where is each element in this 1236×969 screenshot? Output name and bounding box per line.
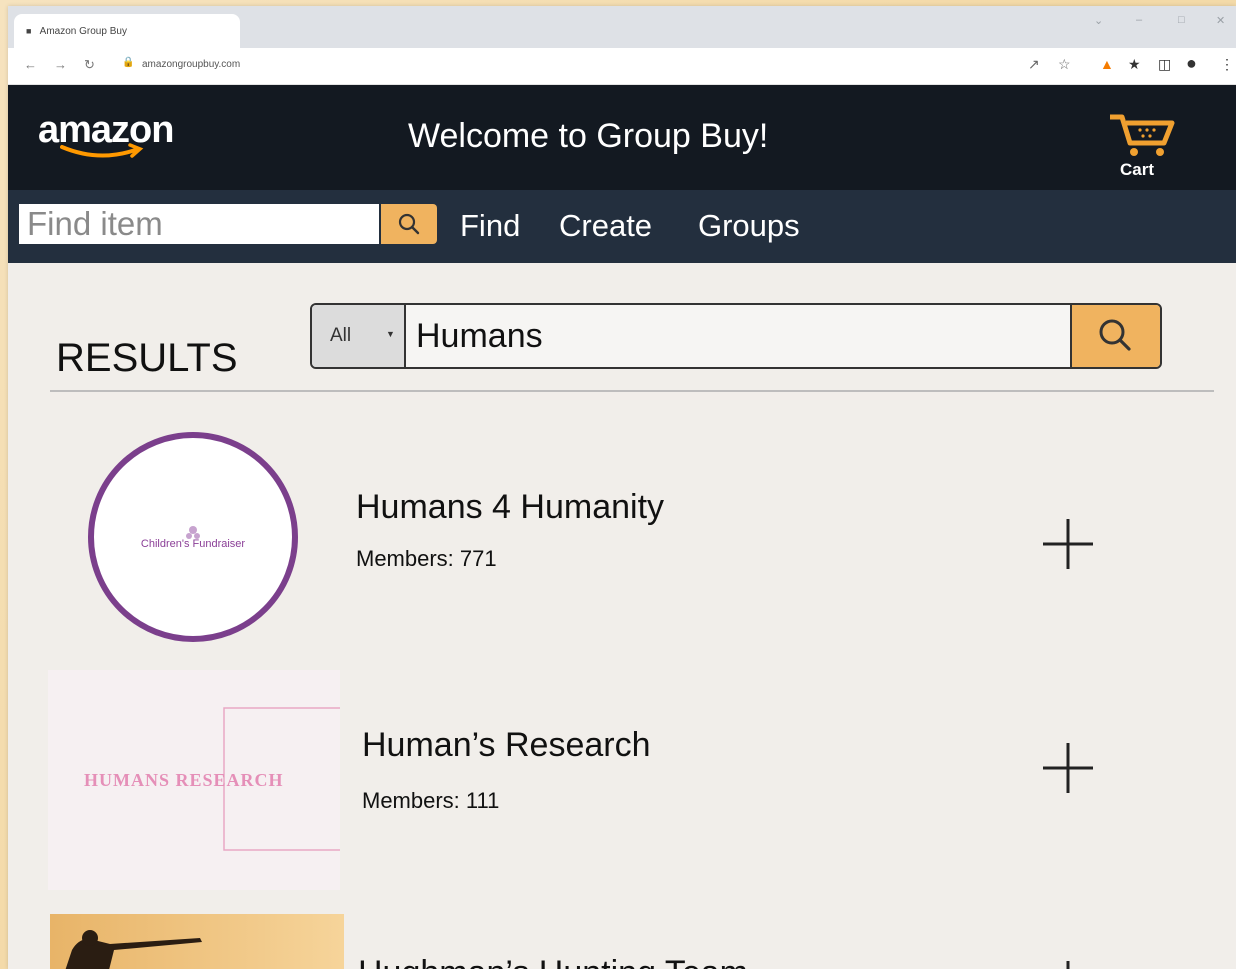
thumbnail-caption: Children's Fundraiser	[140, 538, 246, 550]
result-title[interactable]: Humans 4 Humanity	[356, 488, 664, 527]
cart-label[interactable]: Cart	[1120, 160, 1154, 180]
result-thumbnail[interactable]: HUMANS RESEARCH	[48, 670, 340, 890]
result-members: Members: 111	[362, 788, 500, 813]
results-divider	[50, 390, 1214, 392]
thumbnail-caption: HUMANS RESEARCH	[84, 770, 284, 790]
minimize-icon[interactable]: –	[1136, 14, 1142, 26]
plus-icon[interactable]	[1040, 516, 1096, 572]
results-search-input[interactable]	[406, 305, 1066, 367]
bookmark-star-icon[interactable]: ☆	[1058, 56, 1071, 73]
back-icon[interactable]: ←	[24, 57, 37, 72]
welcome-heading: Welcome to Group Buy!	[408, 117, 769, 155]
cart-icon[interactable]	[1106, 109, 1178, 159]
result-item: Hughman’s Hunting Team	[48, 914, 1228, 969]
sidepanel-icon[interactable]: ◫	[1158, 56, 1171, 73]
search-icon	[398, 213, 420, 235]
close-icon[interactable]: ✕	[1216, 14, 1225, 27]
profile-icon[interactable]: ●	[1186, 53, 1197, 74]
hunter-silhouette-icon	[65, 930, 202, 969]
result-members: Members: 771	[356, 546, 497, 571]
extension-flame-icon[interactable]: ▲	[1100, 56, 1114, 72]
tab-strip: ■ Amazon Group Buy ⌄ – □ ✕	[8, 6, 1236, 48]
fundraiser-logo-icon	[186, 526, 200, 539]
result-item: Children's Fundraiser Humans 4 Humanity …	[48, 432, 1228, 642]
logo-smile-icon	[60, 143, 144, 158]
nav-link-create[interactable]: Create	[559, 208, 652, 244]
address-bar[interactable]: 🔒 amazongroupbuy.com	[112, 54, 1052, 78]
browser-window: ■ Amazon Group Buy ⌄ – □ ✕ ← → ↻ 🔒 amazo…	[8, 6, 1236, 969]
menu-kebab-icon[interactable]: ⋮	[1220, 56, 1234, 73]
nav-link-groups[interactable]: Groups	[698, 208, 800, 244]
url-text: amazongroupbuy.com	[142, 59, 241, 70]
dropdown-icon[interactable]: ⌄	[1094, 14, 1103, 27]
lock-icon: 🔒	[122, 57, 135, 68]
result-item: HUMANS RESEARCH Human’s Research Members…	[48, 670, 1228, 890]
find-item-input[interactable]	[19, 204, 379, 244]
result-title[interactable]: Human’s Research	[362, 726, 651, 765]
plus-icon[interactable]	[1040, 958, 1096, 969]
category-value: All	[330, 325, 352, 346]
forward-icon[interactable]: →	[54, 57, 67, 72]
search-icon	[1099, 319, 1131, 351]
caret-down-icon: ▼	[386, 329, 395, 339]
result-thumbnail[interactable]	[50, 914, 344, 969]
maximize-icon[interactable]: □	[1178, 14, 1185, 26]
tab-title: Amazon Group Buy	[39, 26, 127, 37]
result-thumbnail[interactable]: Children's Fundraiser	[88, 432, 298, 642]
reload-icon[interactable]: ↻	[84, 57, 95, 73]
results-search-bar: All ▼	[310, 303, 1162, 369]
plus-icon[interactable]	[1040, 740, 1096, 796]
favicon-icon: ■	[26, 26, 32, 36]
extensions-puzzle-icon[interactable]: ★	[1128, 56, 1141, 73]
results-search-button[interactable]	[1070, 305, 1160, 367]
share-icon[interactable]: ↗	[1028, 56, 1040, 73]
sub-navigation: Find Create Groups	[8, 190, 1236, 263]
find-search-button[interactable]	[381, 204, 437, 244]
nav-link-find[interactable]: Find	[460, 208, 520, 244]
browser-toolbar: ← → ↻ 🔒 amazongroupbuy.com ↗ ☆ ▲ ★ ◫ ● ⋮	[8, 48, 1236, 85]
browser-tab[interactable]: ■ Amazon Group Buy	[14, 14, 240, 48]
site-header: amazon Welcome to Group Buy! Cart	[8, 85, 1236, 190]
category-select[interactable]: All ▼	[312, 305, 406, 367]
result-title[interactable]: Hughman’s Hunting Team	[358, 954, 748, 969]
results-heading: RESULTS	[56, 336, 238, 380]
